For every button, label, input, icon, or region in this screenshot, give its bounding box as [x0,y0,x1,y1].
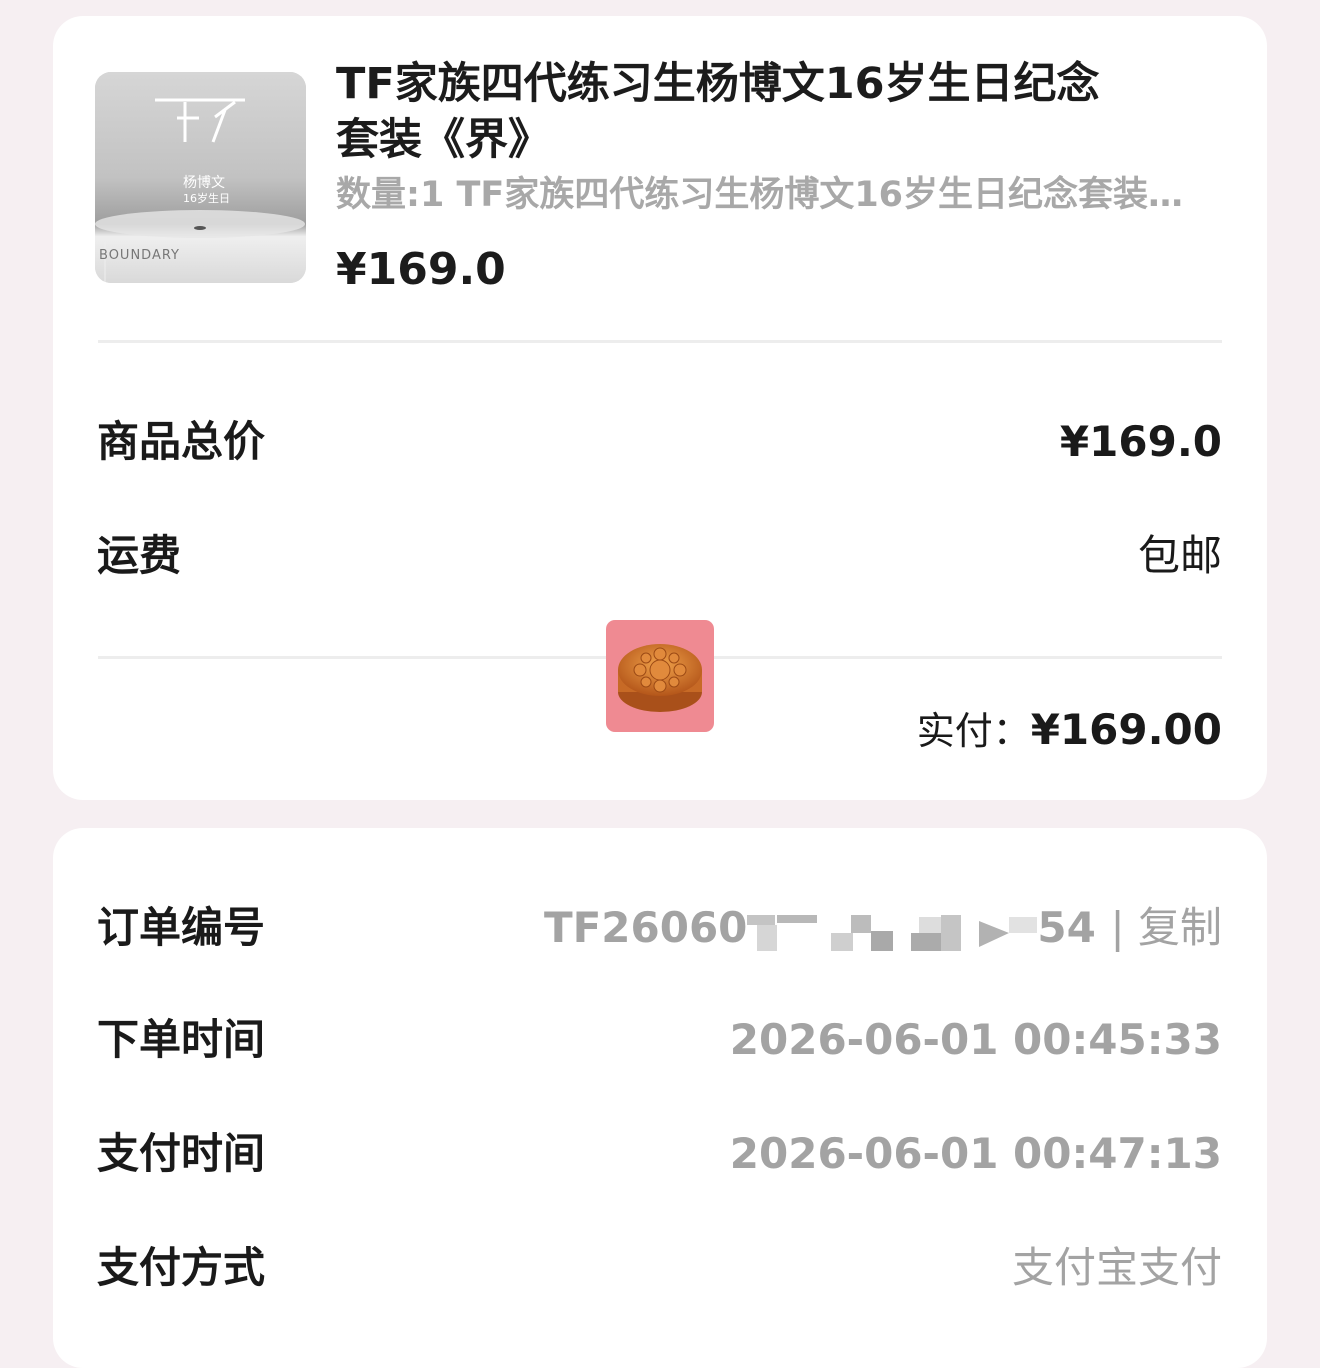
order-number-prefix: TF26060 [543,903,748,952]
paid-value: ¥169.00 [1030,705,1222,754]
product-image-corner-text: BOUNDARY [99,248,180,263]
order-number-label: 订单编号 [97,903,266,952]
mosaic-censor [747,907,1038,955]
product-image-sub: 16岁生日 [183,192,230,205]
product-description: 数量:1 TF家族四代练习生杨博文16岁生日纪念套装… [336,175,1184,215]
product-image[interactable]: 杨博文 16岁生日 BOUNDARY [95,72,306,283]
order-number-value: TF26060 54 | 复制 [544,900,1222,956]
order-product-card: 杨博文 16岁生日 BOUNDARY TF家族四代练习生杨博文16岁生日纪念套装… [53,16,1267,800]
paid-label: 实付： [916,709,1031,753]
divider [98,340,1222,343]
copy-order-number-button[interactable]: | 复制 [1110,903,1222,952]
pay-method-value: 支付宝支付 [1011,1243,1222,1292]
paid-row: 实付：¥169.00 [917,702,1222,759]
shipping-value: 包邮 [1137,531,1222,580]
subtotal-label: 商品总价 [97,417,266,466]
pay-method-label: 支付方式 [97,1243,266,1292]
pay-time-label: 支付时间 [97,1129,266,1178]
product-image-name: 杨博文 [183,175,225,191]
shipping-label: 运费 [97,531,182,580]
order-time-label: 下单时间 [97,1015,266,1064]
order-time-value: 2026-06-01 00:45:33 [729,1015,1222,1064]
order-number-suffix: 54 [1037,903,1096,952]
product-title[interactable]: TF家族四代练习生杨博文16岁生日纪念套装《界》 [336,56,1136,168]
mooncake-icon [618,644,702,712]
order-info-card: 订单编号 TF26060 54 | 复制 下单时间 2026-06-01 00:… [53,828,1267,1368]
subtotal-value: ¥169.0 [1059,417,1222,466]
floating-sticker[interactable] [606,620,714,732]
pay-time-value: 2026-06-01 00:47:13 [729,1129,1222,1178]
product-price: ¥169.0 [336,244,506,295]
